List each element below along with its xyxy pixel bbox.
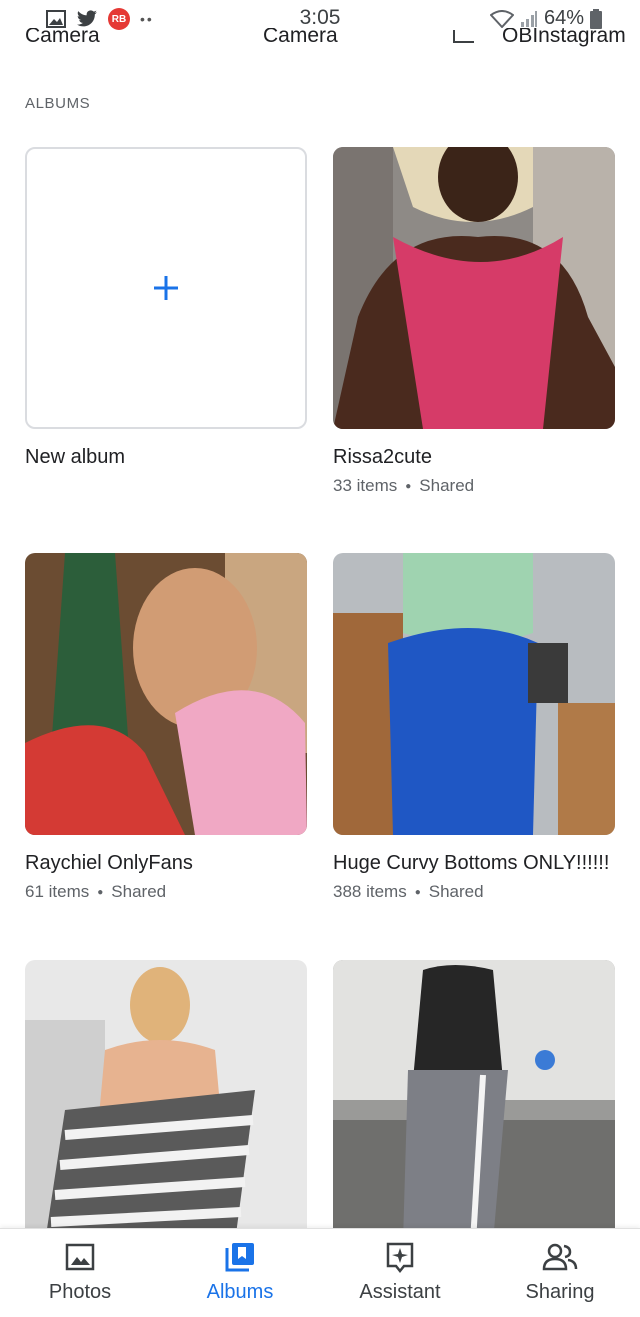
album-photo <box>25 553 307 835</box>
battery-icon <box>590 8 602 29</box>
separator-dot: ● <box>414 886 421 898</box>
album-thumbnail[interactable] <box>25 960 307 1242</box>
album-shared-status: Shared <box>428 882 484 901</box>
nav-albums[interactable]: Albums <box>160 1229 320 1317</box>
album-thumbnail[interactable] <box>25 553 307 835</box>
album-photo <box>333 553 615 835</box>
separator-dot: ● <box>405 480 412 492</box>
photo-icon <box>65 1241 95 1273</box>
album-rissa2cute[interactable]: Rissa2cute 33 items ● Shared <box>333 147 615 496</box>
nav-assistant[interactable]: Assistant <box>320 1229 480 1317</box>
album-thumbnail[interactable] <box>333 960 615 1242</box>
album-raychiel[interactable]: Raychiel OnlyFans 61 items ● Shared <box>25 553 307 902</box>
nav-label: Photos <box>48 1281 112 1303</box>
nav-label: Albums <box>206 1281 274 1303</box>
plus-icon <box>154 276 178 300</box>
album-photo <box>333 147 615 429</box>
nav-photos[interactable]: Photos <box>0 1229 160 1317</box>
albums-icon <box>224 1241 256 1273</box>
album-6[interactable] <box>333 960 615 1242</box>
album-item-count: 61 items <box>25 882 90 901</box>
album-item-count: 388 items <box>333 882 407 901</box>
album-name: New album <box>25 446 126 468</box>
album-shared-status: Shared <box>419 476 475 495</box>
album-meta: 33 items ● Shared <box>333 476 615 496</box>
album-thumbnail[interactable] <box>333 147 615 429</box>
album-5[interactable] <box>25 960 307 1242</box>
album-photo <box>25 960 307 1242</box>
album-name: Rissa2cute <box>333 446 432 468</box>
wifi-icon <box>489 9 514 28</box>
shared-album-icon <box>453 30 474 43</box>
nav-sharing[interactable]: Sharing <box>480 1229 640 1317</box>
album-name: Huge Curvy Bottoms ONLY!!!!!! <box>333 852 610 874</box>
battery-percent: 64% <box>543 7 584 29</box>
signal-icon <box>520 10 537 27</box>
album-item-count: 33 items <box>333 476 398 495</box>
album-meta: 61 items ● Shared <box>25 882 307 902</box>
system-icons: 64% <box>489 7 602 30</box>
sharing-icon <box>542 1241 578 1273</box>
album-photo <box>333 960 615 1242</box>
previous-row-labels: Camera Camera OBInstagram <box>0 28 640 48</box>
section-label-albums: ALBUMS <box>25 95 91 112</box>
album-name: Raychiel OnlyFans <box>25 852 193 874</box>
nav-label: Assistant <box>359 1281 441 1303</box>
new-album-thumbnail[interactable] <box>25 147 307 429</box>
bottom-navigation: Photos Albums Assistant Sharing <box>0 1228 640 1317</box>
assistant-icon <box>385 1241 415 1273</box>
album-meta: 388 items ● Shared <box>333 882 615 902</box>
separator-dot: ● <box>97 886 104 898</box>
album-new[interactable]: New album <box>25 147 307 472</box>
cut-label-2: Camera <box>263 28 338 47</box>
cut-label-1: Camera <box>25 28 100 47</box>
nav-label: Sharing <box>525 1281 595 1303</box>
cut-label-3: OBInstagram <box>502 28 626 47</box>
album-huge-curvy-bottoms[interactable]: Huge Curvy Bottoms ONLY!!!!!! 388 items … <box>333 553 615 902</box>
album-shared-status: Shared <box>111 882 167 901</box>
album-thumbnail[interactable] <box>333 553 615 835</box>
